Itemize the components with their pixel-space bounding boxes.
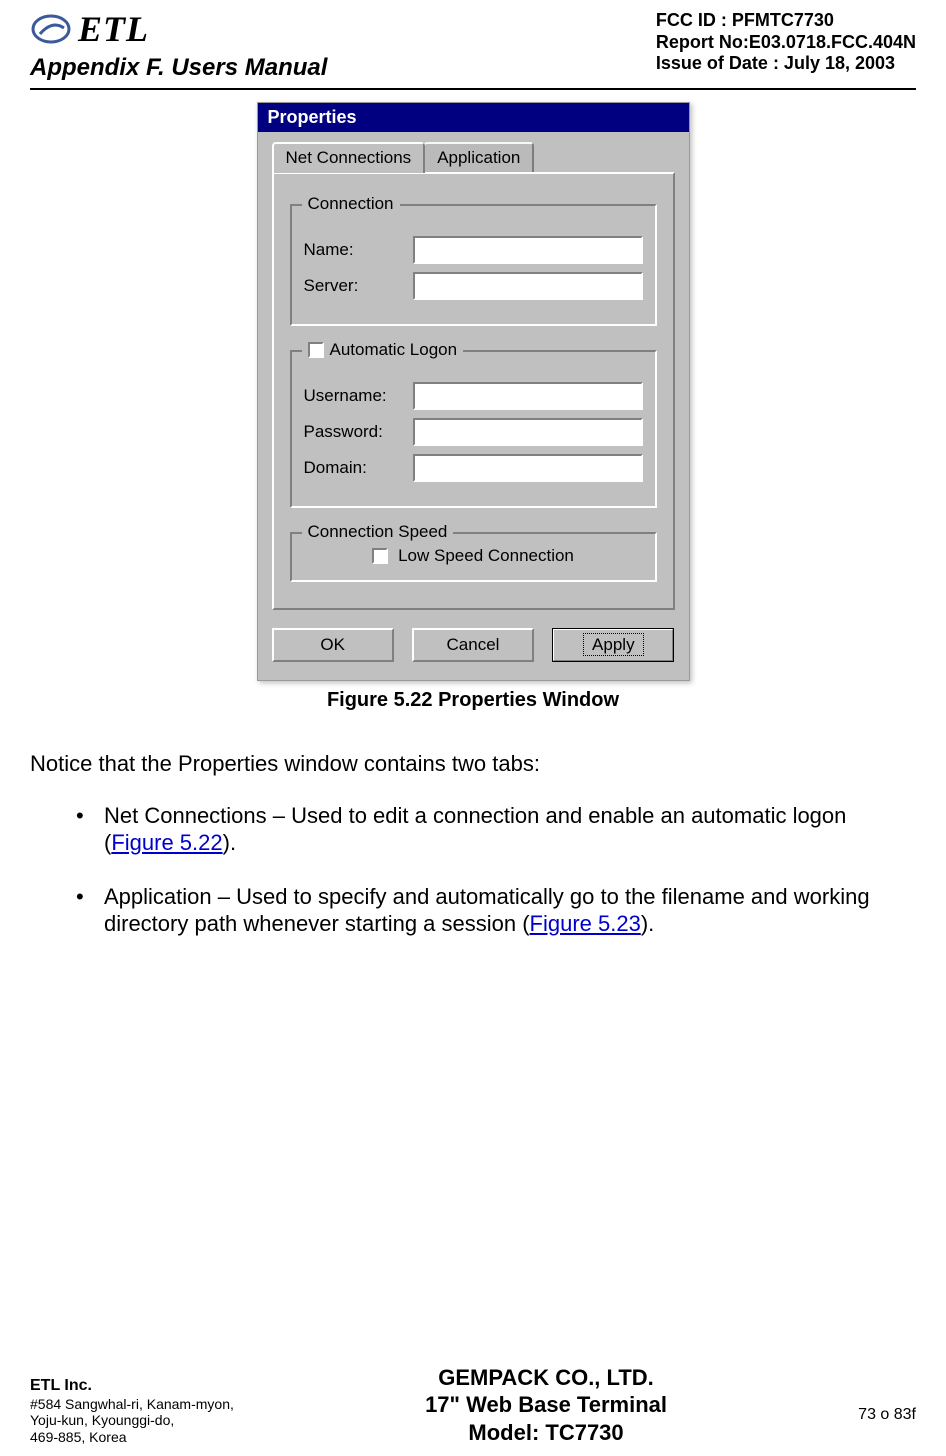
header-rule: [30, 88, 916, 90]
name-label: Name:: [304, 240, 399, 260]
bullet-application: Application – Used to specify and automa…: [76, 883, 910, 938]
group-connection-speed: Connection Speed Low Speed Connection: [290, 532, 657, 582]
button-row: OK Cancel Apply: [258, 628, 689, 680]
group-connection: Connection Name: Server:: [290, 204, 657, 326]
window-title-bar[interactable]: Properties: [258, 103, 689, 132]
appendix-title: Appendix F. Users Manual: [30, 54, 327, 82]
low-speed-checkbox[interactable]: [372, 548, 388, 564]
legend-connection: Connection: [302, 194, 400, 214]
figure-caption: Figure 5.22 Properties Window: [0, 689, 946, 712]
footer-addr3: 469-885, Korea: [30, 1429, 234, 1446]
server-label: Server:: [304, 276, 399, 296]
tab-net-connections[interactable]: Net Connections: [272, 142, 426, 173]
header-right: FCC ID : PFMTC7730 Report No:E03.0718.FC…: [656, 10, 916, 75]
footer-center-1: GEMPACK CO., LTD.: [425, 1364, 667, 1392]
low-speed-label: Low Speed Connection: [398, 546, 574, 566]
ok-button[interactable]: OK: [272, 628, 394, 662]
bullet2-post: ).: [641, 911, 654, 936]
page-number: 73 o 83f: [858, 1406, 916, 1424]
auto-logon-checkbox[interactable]: [308, 342, 324, 358]
logo: ETL: [30, 8, 327, 50]
domain-input[interactable]: [413, 454, 643, 482]
legend-auto-logon: Automatic Logon: [302, 340, 464, 360]
footer-center: GEMPACK CO., LTD. 17" Web Base Terminal …: [425, 1364, 667, 1447]
fcc-id: FCC ID : PFMTC7730: [656, 10, 916, 32]
password-input[interactable]: [413, 418, 643, 446]
report-no: Report No:E03.0718.FCC.404N: [656, 32, 916, 54]
username-label: Username:: [304, 386, 399, 406]
page-footer: ETL Inc. #584 Sangwhal-ri, Kanam-myon, Y…: [0, 1364, 946, 1447]
dialog-body: Net Connections Application Connection N…: [258, 132, 689, 628]
tab-panel: Connection Name: Server: Automatic Logon…: [272, 172, 675, 610]
header-left: ETL Appendix F. Users Manual: [30, 8, 327, 82]
tab-application[interactable]: Application: [423, 142, 534, 173]
footer-addr1: #584 Sangwhal-ri, Kanam-myon,: [30, 1396, 234, 1413]
logo-text: ETL: [78, 8, 149, 50]
group-auto-logon: Automatic Logon Username: Password: Doma…: [290, 350, 657, 508]
figure-ref-5-23[interactable]: Figure 5.23: [530, 911, 641, 936]
tab-strip: Net Connections Application: [272, 142, 675, 173]
cancel-button[interactable]: Cancel: [412, 628, 534, 662]
properties-window: Properties Net Connections Application C…: [257, 102, 690, 681]
bullet2-text: Application – Used to specify and automa…: [104, 884, 870, 937]
figure-ref-5-22[interactable]: Figure 5.22: [111, 830, 222, 855]
footer-company: ETL Inc.: [30, 1376, 234, 1395]
name-input[interactable]: [413, 236, 643, 264]
auto-logon-label: Automatic Logon: [330, 340, 458, 360]
swirl-icon: [30, 12, 72, 46]
server-input[interactable]: [413, 272, 643, 300]
footer-center-2: 17" Web Base Terminal: [425, 1391, 667, 1419]
legend-connection-speed: Connection Speed: [302, 522, 454, 542]
document-body: Notice that the Properties window contai…: [0, 712, 946, 938]
intro-paragraph: Notice that the Properties window contai…: [30, 750, 910, 778]
footer-center-3: Model: TC7730: [425, 1419, 667, 1447]
issue-date: Issue of Date : July 18, 2003: [656, 53, 916, 75]
domain-label: Domain:: [304, 458, 399, 478]
apply-button[interactable]: Apply: [552, 628, 674, 662]
bullet-list: Net Connections – Used to edit a connect…: [30, 802, 910, 938]
page-header: ETL Appendix F. Users Manual FCC ID : PF…: [0, 0, 946, 88]
username-input[interactable]: [413, 382, 643, 410]
bullet-net-connections: Net Connections – Used to edit a connect…: [76, 802, 910, 857]
footer-addr2: Yoju-kun, Kyounggi-do,: [30, 1412, 234, 1429]
password-label: Password:: [304, 422, 399, 442]
footer-left: ETL Inc. #584 Sangwhal-ri, Kanam-myon, Y…: [30, 1376, 234, 1446]
bullet1-post: ).: [223, 830, 236, 855]
